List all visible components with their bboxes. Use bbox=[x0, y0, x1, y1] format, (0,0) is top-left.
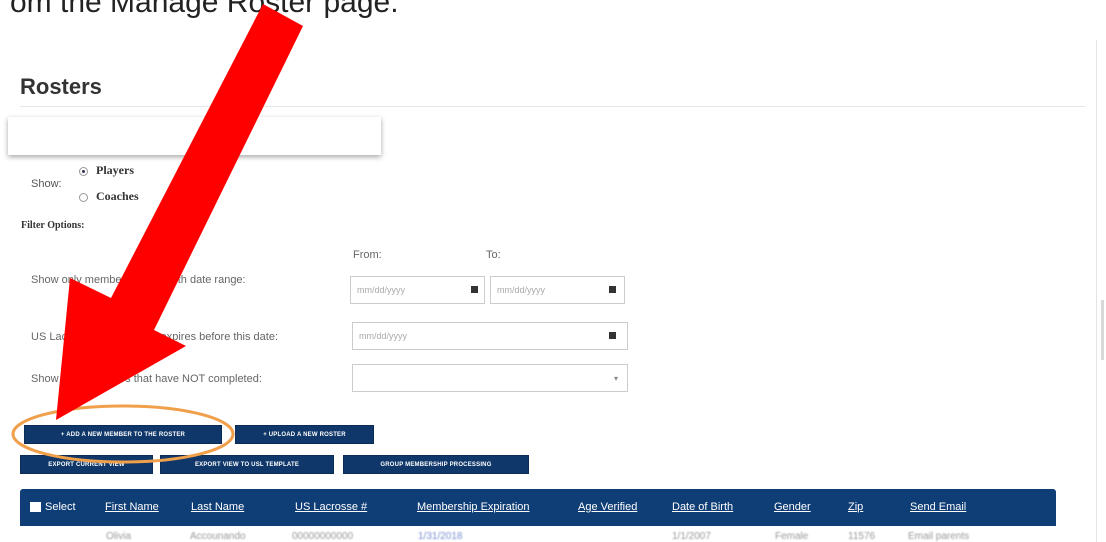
export-usl-template-button[interactable]: EXPORT VIEW TO USL TEMPLATE bbox=[160, 455, 334, 474]
popup-box bbox=[8, 117, 381, 155]
red-arrow bbox=[56, 4, 303, 420]
cell-membership-expiration[interactable]: 1/31/2018 bbox=[418, 531, 463, 542]
col-age-verified[interactable]: Age Verified bbox=[578, 501, 637, 513]
scrollbar-thumb[interactable] bbox=[1101, 300, 1104, 360]
col-select: Select bbox=[45, 501, 76, 513]
col-date-of-birth[interactable]: Date of Birth bbox=[672, 501, 733, 513]
cell-last-name: Accounando bbox=[190, 531, 246, 542]
page-title: Rosters bbox=[20, 74, 102, 99]
cell-us-lacrosse: 00000000000 bbox=[292, 531, 354, 542]
show-label: Show: bbox=[31, 178, 62, 190]
cell-first-name: Olivia bbox=[106, 531, 132, 542]
cell-zip: 11576 bbox=[848, 531, 876, 542]
col-gender[interactable]: Gender bbox=[774, 501, 811, 513]
calendar-icon[interactable] bbox=[471, 286, 478, 293]
filter-options-heading: Filter Options: bbox=[21, 220, 85, 231]
col-zip[interactable]: Zip bbox=[848, 501, 863, 513]
calendar-icon[interactable] bbox=[609, 332, 616, 339]
col-first-name[interactable]: First Name bbox=[105, 501, 159, 513]
radio-coaches-label: Coaches bbox=[96, 189, 139, 203]
radio-coaches[interactable] bbox=[79, 193, 88, 202]
select-all-checkbox[interactable] bbox=[30, 502, 41, 512]
cell-send-email[interactable]: Email parents bbox=[908, 531, 969, 542]
birth-from-input[interactable]: mm/dd/yyyy bbox=[350, 276, 485, 304]
cell-date-of-birth: 1/1/2007 bbox=[672, 531, 711, 542]
group-membership-button[interactable]: GROUP MEMBERSHIP PROCESSING bbox=[343, 455, 529, 474]
export-current-view-button[interactable]: EXPORT CURRENT VIEW bbox=[20, 455, 153, 474]
to-label: To: bbox=[486, 249, 501, 261]
col-send-email[interactable]: Send Email bbox=[910, 501, 966, 513]
birth-to-input[interactable]: mm/dd/yyyy bbox=[490, 276, 625, 304]
radio-players[interactable] bbox=[79, 167, 88, 176]
caption-text: om the Manage Roster page. bbox=[10, 0, 399, 19]
calendar-icon[interactable] bbox=[609, 286, 616, 293]
col-us-lacrosse[interactable]: US Lacrosse # bbox=[295, 501, 367, 513]
page-edge bbox=[1096, 40, 1097, 542]
birth-range-label: Show only members in this birth date ran… bbox=[31, 274, 246, 286]
roster-table-header: Select First Name Last Name US Lacrosse … bbox=[20, 489, 1056, 526]
not-completed-select[interactable] bbox=[352, 364, 628, 392]
cell-gender: Female bbox=[775, 531, 809, 542]
title-divider bbox=[20, 106, 1085, 107]
col-last-name[interactable]: Last Name bbox=[191, 501, 244, 513]
expires-before-input[interactable]: mm/dd/yyyy bbox=[352, 322, 628, 350]
expires-label: US Lacrosse membership expires before th… bbox=[31, 331, 279, 343]
dropdown-caret-icon: ▾ bbox=[614, 374, 619, 383]
from-label: From: bbox=[353, 249, 382, 261]
add-member-button[interactable]: + ADD A NEW MEMBER TO THE ROSTER bbox=[24, 425, 222, 444]
upload-roster-button[interactable]: + UPLOAD A NEW ROSTER bbox=[235, 425, 374, 444]
radio-players-label: Players bbox=[96, 163, 134, 177]
not-completed-label: Show only members that have NOT complete… bbox=[31, 373, 262, 385]
col-membership-expiration[interactable]: Membership Expiration bbox=[417, 501, 530, 513]
